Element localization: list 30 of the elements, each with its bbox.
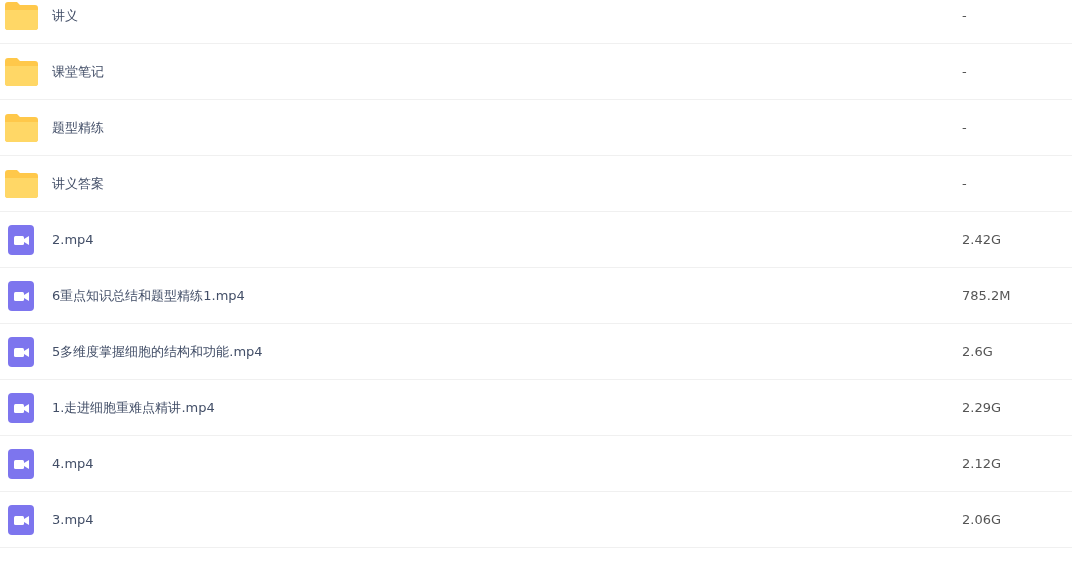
file-name[interactable]: 2.mp4 bbox=[52, 232, 962, 247]
file-name[interactable]: 4.mp4 bbox=[52, 456, 962, 471]
file-name[interactable]: 题型精练 bbox=[52, 118, 962, 137]
folder-icon bbox=[5, 113, 38, 142]
file-name[interactable]: 5多维度掌握细胞的结构和功能.mp4 bbox=[52, 342, 962, 361]
file-size: - bbox=[962, 176, 968, 191]
video-file-icon bbox=[8, 448, 34, 479]
video-file-icon bbox=[8, 392, 34, 423]
file-size: 2.12G bbox=[962, 456, 1003, 471]
file-name[interactable]: 讲义答案 bbox=[52, 174, 962, 193]
file-size: - bbox=[962, 64, 968, 79]
video-file-icon bbox=[8, 224, 34, 255]
file-size: 2.29G bbox=[962, 400, 1003, 415]
folder-icon bbox=[5, 1, 38, 30]
folder-icon bbox=[5, 57, 38, 86]
file-name[interactable]: 讲义 bbox=[52, 6, 962, 25]
file-name[interactable]: 3.mp4 bbox=[52, 512, 962, 527]
video-file-icon bbox=[8, 504, 34, 535]
file-size: 785.2M bbox=[962, 288, 1012, 303]
file-name[interactable]: 1.走进细胞重难点精讲.mp4 bbox=[52, 398, 962, 417]
file-size: 2.6G bbox=[962, 344, 994, 359]
folder-icon bbox=[5, 169, 38, 198]
file-size: 2.42G bbox=[962, 232, 1003, 247]
file-size: 2.06G bbox=[962, 512, 1003, 527]
file-size: - bbox=[962, 8, 968, 23]
file-size: - bbox=[962, 120, 968, 135]
video-file-icon bbox=[8, 280, 34, 311]
file-name[interactable]: 6重点知识总结和题型精练1.mp4 bbox=[52, 286, 962, 305]
file-name[interactable]: 课堂笔记 bbox=[52, 62, 962, 81]
video-file-icon bbox=[8, 336, 34, 367]
